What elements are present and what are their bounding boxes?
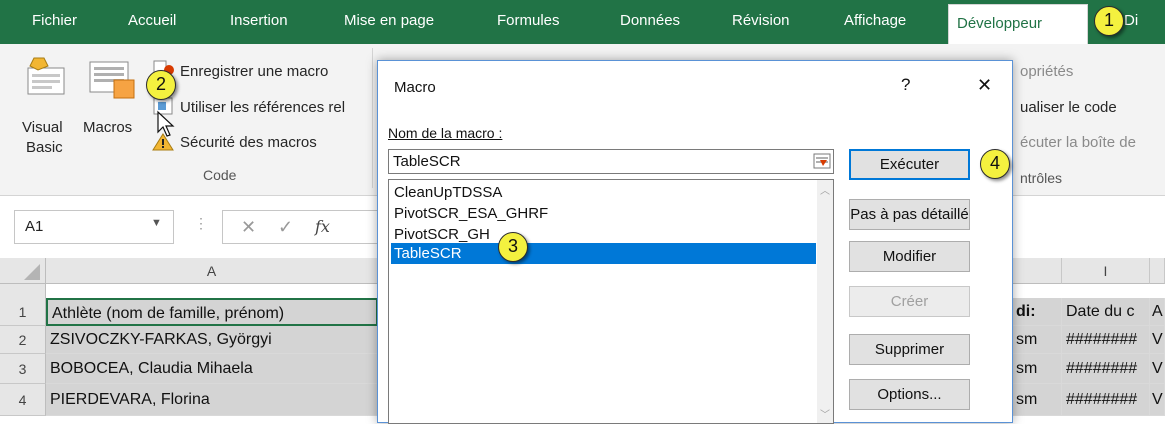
callout-badge-2: 2 [146,70,176,100]
ribbon-tab-bar: Fichier Accueil Insertion Mise en page F… [0,0,1165,44]
delete-button-label: Supprimer [874,341,945,358]
macro-list-item[interactable]: PivotSCR_GH [391,224,816,245]
cell-i2[interactable]: ######## [1062,326,1150,354]
row-header-1[interactable]: 1 [0,298,46,326]
tab-formules[interactable]: Formules [489,0,568,44]
properties-button[interactable]: opriétés [1020,63,1073,80]
cell-a4[interactable]: PIERDEVARA, Florina [46,384,378,416]
macro-list-item[interactable]: PivotSCR_ESA_GHRF [391,203,816,224]
row-header-3[interactable]: 3 [0,354,46,384]
callout-badge-3: 3 [498,232,528,262]
formula-buttons: ✕ ✓ fx [222,210,382,244]
step-into-button-label: Pas à pas détaillé [850,206,969,223]
scroll-up-icon[interactable]: ︿ [820,182,830,197]
row-header-gap [0,284,46,298]
group-divider [372,48,373,188]
macros-icon [89,61,135,99]
close-icon[interactable]: ✕ [977,75,992,96]
visual-basic-label-2: Basic [26,139,63,156]
macro-name-value: TableSCR [393,153,461,170]
macro-list-item-selected[interactable]: TableSCR [391,243,816,264]
tab-affichage[interactable]: Affichage [836,0,914,44]
cell-i3[interactable]: ######## [1062,354,1150,384]
macro-name-label: Nom de la macro : [388,125,502,141]
tab-accueil[interactable]: Accueil [120,0,184,44]
cell-h1[interactable]: di: [1012,298,1062,326]
run-button[interactable]: Exécuter [849,149,970,180]
cell-j1[interactable]: A [1150,298,1165,326]
callout-badge-4: 4 [980,149,1010,179]
tab-mise-en-page[interactable]: Mise en page [336,0,442,44]
dialog-title: Macro [394,79,436,96]
cell-h4[interactable]: sm [1012,384,1062,416]
row-header-4[interactable]: 4 [0,384,46,416]
cancel-icon[interactable]: ✕ [241,217,256,238]
collapse-dialog-icon[interactable] [813,153,831,169]
name-box-value: A1 [25,218,44,235]
cell-h2[interactable]: sm [1012,326,1062,354]
edit-button-label: Modifier [882,248,937,265]
macros-button[interactable]: Macros [83,119,132,136]
cell-i4[interactable]: ######## [1062,384,1150,416]
select-all-corner[interactable] [0,258,46,284]
insert-function-icon[interactable]: fx [315,217,330,236]
list-scrollbar[interactable]: ︿ ﹀ [817,180,833,423]
create-button[interactable]: Créer [849,286,970,317]
controls-group-label: ntrôles [1020,170,1063,186]
cell-j2[interactable]: V [1150,326,1165,354]
options-button[interactable]: Options... [849,379,970,410]
macro-list-item[interactable]: CleanUpTDSSA [391,182,816,203]
record-macro-button[interactable]: Enregistrer une macro [180,63,328,80]
name-box[interactable]: A1 ▼ [14,210,174,244]
view-code-button[interactable]: ualiser le code [1020,99,1117,116]
macro-security-button[interactable]: Sécurité des macros [180,134,317,151]
cell-h3[interactable]: sm [1012,354,1062,384]
cell-j3[interactable]: V [1150,354,1165,384]
callout-badge-1: 1 [1094,6,1124,36]
more-icon: ⋮ [194,215,208,231]
tab-developpeur[interactable]: Développeur [948,4,1088,44]
scroll-down-icon[interactable]: ﹀ [820,406,830,421]
macro-list[interactable]: CleanUpTDSSA PivotSCR_ESA_GHRF PivotSCR_… [388,179,834,424]
code-group-label: Code [203,167,237,183]
mouse-pointer-icon [157,110,175,137]
visual-basic-icon [27,57,65,95]
macro-dialog: Macro ? ✕ Nom de la macro : TableSCR Cle… [377,60,1013,424]
column-header-a[interactable]: A [46,258,378,284]
visual-basic-button[interactable]: Visual [22,119,63,136]
tab-revision[interactable]: Révision [724,0,798,44]
cell-a1[interactable]: Athlète (nom de famille, prénom) [46,298,378,326]
cell-j4[interactable]: V [1150,384,1165,416]
cell-a2[interactable]: ZSIVOCZKY-FARKAS, Györgyi [46,326,378,354]
column-header-h[interactable] [1012,258,1062,284]
relative-references-button[interactable]: Utiliser les références rel [180,99,345,116]
help-button[interactable]: ? [901,75,910,95]
tab-fichier[interactable]: Fichier [24,0,85,44]
options-button-label: Options... [877,386,942,403]
row-header-2[interactable]: 2 [0,326,46,354]
cell-i1[interactable]: Date du c [1062,298,1150,326]
chevron-down-icon[interactable]: ▼ [151,217,162,229]
run-button-label: Exécuter [879,156,940,173]
tab-insertion[interactable]: Insertion [222,0,296,44]
run-dialog-button[interactable]: écuter la boîte de [1020,134,1136,151]
edit-button[interactable]: Modifier [849,241,970,272]
check-icon[interactable]: ✓ [278,217,293,238]
delete-button[interactable]: Supprimer [849,334,970,365]
macro-name-label-text: Nom de la macro : [388,125,503,141]
tab-donnees[interactable]: Données [612,0,688,44]
create-button-label: Créer [890,293,929,310]
macro-name-input[interactable]: TableSCR [388,149,834,174]
step-into-button[interactable]: Pas à pas détaillé [849,199,970,230]
column-header-j[interactable] [1150,258,1165,284]
column-header-i[interactable]: I [1062,258,1150,284]
cell-a3[interactable]: BOBOCEA, Claudia Mihaela [46,354,378,384]
